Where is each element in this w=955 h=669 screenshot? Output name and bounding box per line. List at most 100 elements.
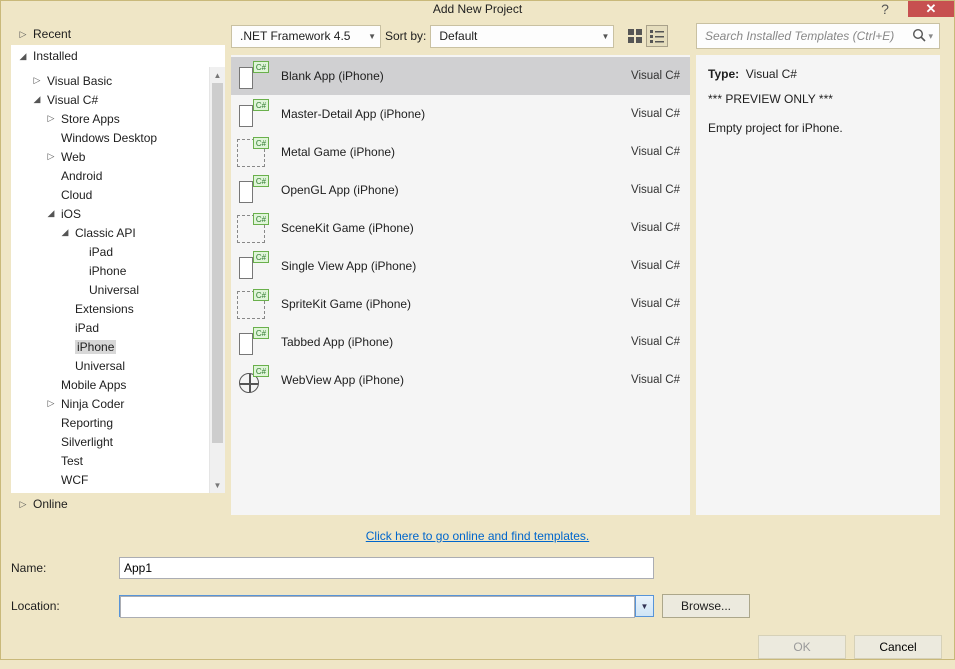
template-icon: C# <box>237 327 269 357</box>
tree-item[interactable]: Reporting <box>17 413 209 432</box>
templates-pane: .NET Framework 4.5 ▼ Sort by: Default ▼ <box>231 23 690 515</box>
tree-node-recent[interactable]: ▷ Recent <box>11 23 225 45</box>
search-input[interactable] <box>703 28 912 44</box>
tree-item[interactable]: Cloud <box>17 185 209 204</box>
tree-item-label: iOS <box>61 207 81 221</box>
tree-item[interactable]: Universal <box>17 280 209 299</box>
grid-icon <box>628 29 642 43</box>
scrollbar-track[interactable] <box>210 83 225 477</box>
template-item[interactable]: C#WebView App (iPhone)Visual C# <box>231 361 690 399</box>
location-label: Location: <box>11 599 111 613</box>
chevron-right-icon: ▷ <box>17 499 29 510</box>
tree-item[interactable]: WCF <box>17 470 209 489</box>
browse-button[interactable]: Browse... <box>662 594 750 618</box>
template-icon: C# <box>237 213 269 243</box>
framework-dropdown[interactable]: .NET Framework 4.5 ▼ <box>231 25 381 48</box>
template-item[interactable]: C#Single View App (iPhone)Visual C# <box>231 247 690 285</box>
tree-item[interactable]: iPhone <box>17 337 209 356</box>
name-input[interactable] <box>119 557 654 579</box>
tree-item-label: iPhone <box>89 264 126 278</box>
window-controls: ? ✕ <box>862 1 954 17</box>
tree-node-online[interactable]: ▷ Online <box>11 493 225 515</box>
chevron-down-icon[interactable]: ▼ <box>635 596 653 616</box>
dialog-content: ▷ Recent ◢ Installed ▷Visual Basic◢Visua… <box>1 17 954 669</box>
template-item[interactable]: C#Metal Game (iPhone)Visual C# <box>231 133 690 171</box>
tree-item-label: WCF <box>61 473 88 487</box>
tree-label-online: Online <box>33 497 68 511</box>
cancel-button[interactable]: Cancel <box>854 635 942 659</box>
template-item[interactable]: C# Master-Detail App (iPhone) Visual C# <box>231 95 690 133</box>
tree-item-label: Universal <box>89 283 139 297</box>
scrollbar-thumb[interactable] <box>212 83 223 443</box>
tree-node-installed[interactable]: ◢ Installed <box>11 45 225 67</box>
sort-by-label: Sort by: <box>385 29 426 43</box>
tree-item-label: Reporting <box>61 416 113 430</box>
tree-item[interactable]: Android <box>17 166 209 185</box>
template-name: Blank App (iPhone) <box>281 69 619 83</box>
view-mode-toggle <box>624 25 668 47</box>
detail-preview: *** PREVIEW ONLY *** <box>708 90 928 109</box>
template-icon: C# <box>237 175 269 205</box>
tree-item[interactable]: iPhone <box>17 261 209 280</box>
tree-item[interactable]: ◢iOS <box>17 204 209 223</box>
tree-item-label: Silverlight <box>61 435 113 449</box>
template-name: OpenGL App (iPhone) <box>281 183 619 197</box>
template-language: Visual C# <box>631 108 680 120</box>
template-item[interactable]: C#SceneKit Game (iPhone)Visual C# <box>231 209 690 247</box>
location-combobox[interactable]: ▼ <box>119 595 654 617</box>
template-icon: C# <box>237 99 269 129</box>
tree-item[interactable]: Windows Desktop <box>17 128 209 147</box>
template-name: Master-Detail App (iPhone) <box>281 107 619 121</box>
tree-item-label: Visual C# <box>47 93 98 107</box>
online-templates-link[interactable]: Click here to go online and find templat… <box>366 529 589 543</box>
tree-item[interactable]: ▷Ninja Coder <box>17 394 209 413</box>
template-list: C# Blank App (iPhone) Visual C# C# Master-De… <box>231 55 690 515</box>
template-language: Visual C# <box>631 70 680 82</box>
chevron-down-icon: ◢ <box>59 227 71 238</box>
tree-item[interactable]: Mobile Apps <box>17 375 209 394</box>
tree-item-label: Visual Basic <box>47 74 112 88</box>
tree-scrollbar[interactable]: ▲ ▼ <box>209 67 225 493</box>
template-icon: C# <box>237 251 269 281</box>
close-button[interactable]: ✕ <box>908 1 954 17</box>
location-input[interactable] <box>120 596 635 618</box>
tree-item[interactable]: Silverlight <box>17 432 209 451</box>
template-name: SpriteKit Game (iPhone) <box>281 297 619 311</box>
tree-item[interactable]: Universal <box>17 356 209 375</box>
help-button[interactable]: ? <box>862 1 908 17</box>
tree-item[interactable]: ▷ Visual Basic <box>17 71 209 90</box>
chevron-right-icon: ▷ <box>45 398 57 409</box>
template-item[interactable]: C#Blank App (iPhone)Visual C# <box>231 57 690 95</box>
sort-dropdown[interactable]: Default ▼ <box>430 25 614 48</box>
template-icon: C# <box>237 289 269 319</box>
dialog-window: Add New Project ? ✕ ▷ Recent ◢ Installed… <box>0 0 955 660</box>
tree-item[interactable]: iPad <box>17 242 209 261</box>
template-language: Visual C# <box>631 336 680 348</box>
search-box[interactable]: ▾ <box>696 23 940 49</box>
view-grid-button[interactable] <box>624 25 646 47</box>
tree-label-recent: Recent <box>33 27 71 41</box>
scrollbar-down-icon[interactable]: ▼ <box>210 477 225 493</box>
scrollbar-up-icon[interactable]: ▲ <box>210 67 225 83</box>
ok-button[interactable]: OK <box>758 635 846 659</box>
tree-item[interactable]: ◢Classic API <box>17 223 209 242</box>
tree-item[interactable]: ▷Web <box>17 147 209 166</box>
tree-item-label: Android <box>61 169 102 183</box>
tree-item[interactable]: iPad <box>17 318 209 337</box>
tree-item[interactable]: Extensions <box>17 299 209 318</box>
tree-item-label: iPhone <box>75 340 116 354</box>
template-language: Visual C# <box>631 298 680 310</box>
dropdown-arrow-icon: ▾ <box>928 31 933 42</box>
search-icon <box>912 28 926 45</box>
template-name: Tabbed App (iPhone) <box>281 335 619 349</box>
template-detail: Type: Visual C# *** PREVIEW ONLY *** Emp… <box>696 55 940 515</box>
template-item[interactable]: C# SpriteKit Game (iPhone) Visual C# <box>231 285 690 323</box>
view-list-button[interactable] <box>646 25 668 47</box>
template-item[interactable]: C#OpenGL App (iPhone)Visual C# <box>231 171 690 209</box>
tree-item[interactable]: ▷Store Apps <box>17 109 209 128</box>
tree-item[interactable]: ◢Visual C# <box>17 90 209 109</box>
template-item[interactable]: C# Tabbed App (iPhone) Visual C# <box>231 323 690 361</box>
tree-item[interactable]: Test <box>17 451 209 470</box>
template-name: Metal Game (iPhone) <box>281 145 619 159</box>
chevron-right-icon: ▷ <box>31 75 43 86</box>
